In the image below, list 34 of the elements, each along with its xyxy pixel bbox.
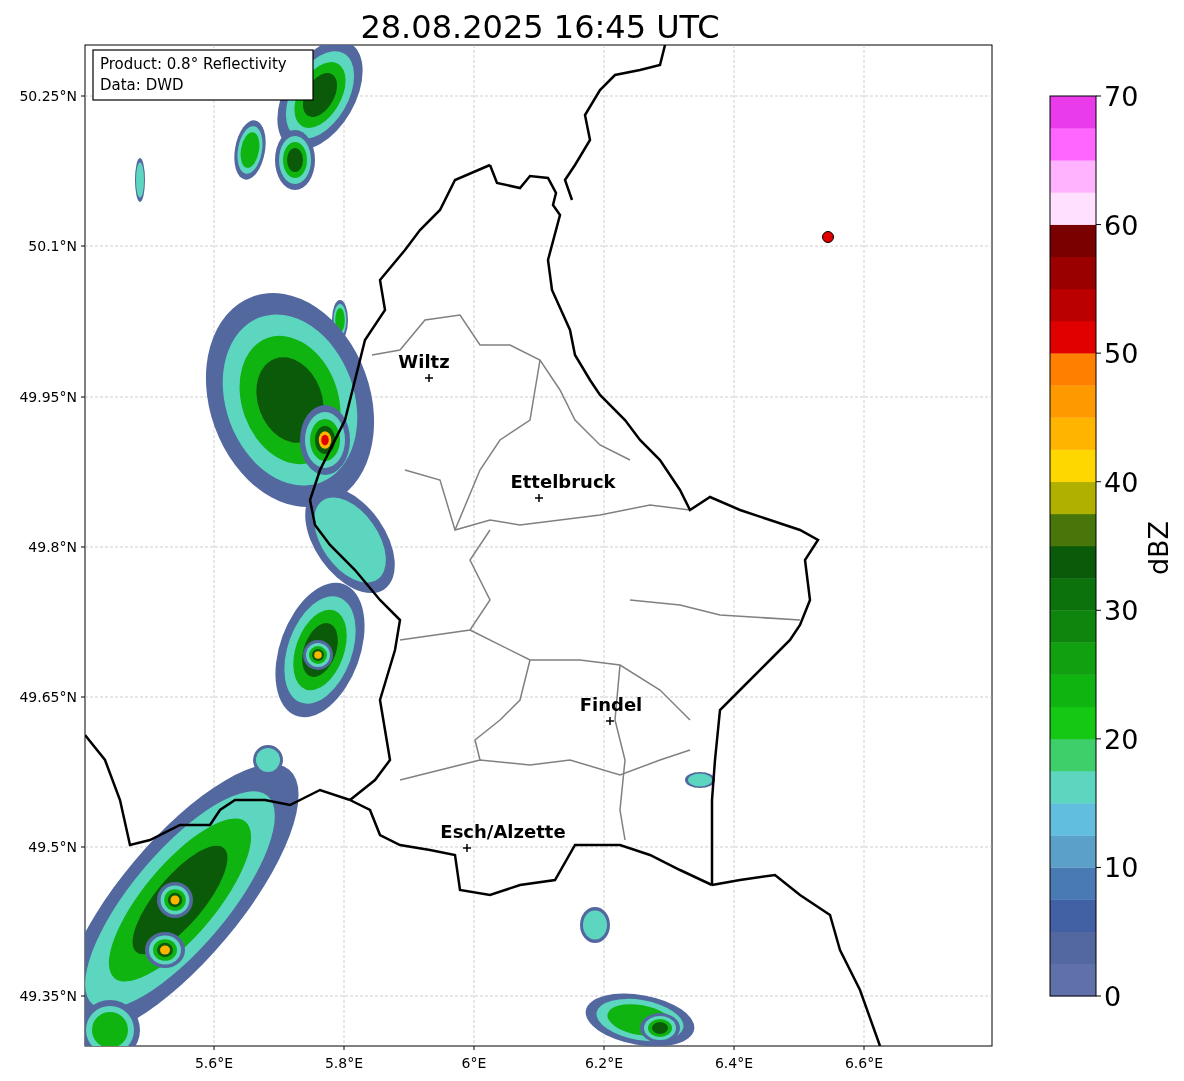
latitude-tick-label: 49.35°N xyxy=(19,988,77,1004)
place-label: Ettelbruck xyxy=(510,471,616,492)
latitude-tick-label: 49.65°N xyxy=(19,689,77,705)
place-label: Esch/Alzette xyxy=(440,821,566,842)
plus-marker-icon xyxy=(424,373,434,383)
info-text: Product: 0.8° Reflectivity xyxy=(100,55,287,73)
longitude-tick-label: 5.6°E xyxy=(194,1055,234,1071)
longitude-tick-label: 6.4°E xyxy=(714,1055,754,1071)
colorbar-tick-label: 70 xyxy=(1104,81,1139,112)
info-text: Data: DWD xyxy=(100,76,184,94)
colorbar-tick-label: 60 xyxy=(1104,209,1139,241)
longitude-tick-label: 6.6°E xyxy=(844,1055,884,1071)
colorbar-tick-label: 10 xyxy=(1104,852,1139,884)
plus-marker-icon xyxy=(534,493,544,503)
latitude-tick-label: 50.25°N xyxy=(19,88,77,104)
colorbar-tick-label: 20 xyxy=(1104,723,1139,755)
colorbar-tick-label: 50 xyxy=(1104,338,1139,370)
latitude-tick-label: 49.8°N xyxy=(28,539,77,555)
chart-title: 28.08.2025 16:45 UTC xyxy=(360,8,720,46)
latitude-tick-label: 49.5°N xyxy=(28,839,77,855)
colorbar-tick-label: 30 xyxy=(1104,595,1139,627)
colorbar-tick-label: 0 xyxy=(1104,981,1122,1012)
plus-marker-icon xyxy=(605,716,615,726)
latitude-tick-label: 49.95°N xyxy=(19,389,77,405)
longitude-tick-label: 6°E xyxy=(461,1055,487,1071)
radar-site-marker xyxy=(822,231,834,243)
place-label: Findel xyxy=(579,694,643,715)
longitude-tick-label: 6.2°E xyxy=(584,1055,624,1071)
place-label: Wiltz xyxy=(398,351,450,372)
colorbar-axis-label: dBZ xyxy=(1143,520,1174,576)
colorbar-tick-label: 40 xyxy=(1104,466,1139,498)
longitude-tick-label: 5.8°E xyxy=(324,1055,364,1071)
plus-marker-icon xyxy=(462,843,472,853)
latitude-tick-label: 50.1°N xyxy=(28,238,77,254)
